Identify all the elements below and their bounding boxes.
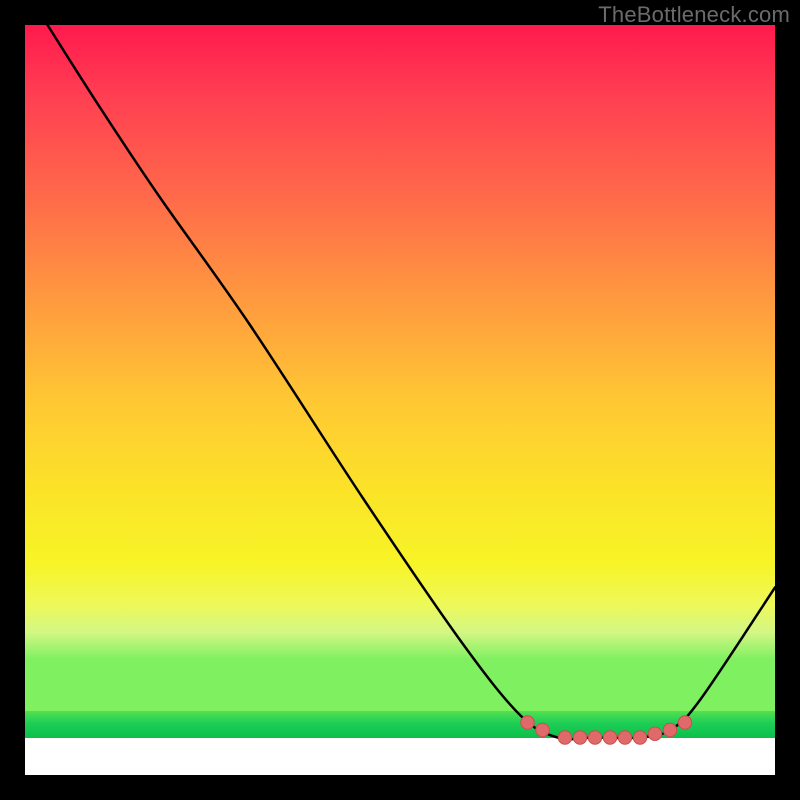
marker-dot xyxy=(573,731,587,745)
marker-dot xyxy=(603,731,617,745)
marker-group xyxy=(521,716,692,745)
plot-outer xyxy=(25,25,775,775)
marker-dot xyxy=(588,731,602,745)
marker-dot xyxy=(536,723,550,737)
chart-frame: TheBottleneck.com xyxy=(0,0,800,800)
curve-svg xyxy=(25,25,775,775)
bottleneck-curve xyxy=(48,25,776,739)
watermark-text: TheBottleneck.com xyxy=(598,2,790,28)
marker-dot xyxy=(633,731,647,745)
marker-dot xyxy=(521,716,535,730)
marker-dot xyxy=(678,716,692,730)
plot-area xyxy=(25,25,775,775)
marker-dot xyxy=(663,723,677,737)
marker-dot xyxy=(648,727,662,741)
marker-dot xyxy=(618,731,632,745)
marker-dot xyxy=(558,731,572,745)
